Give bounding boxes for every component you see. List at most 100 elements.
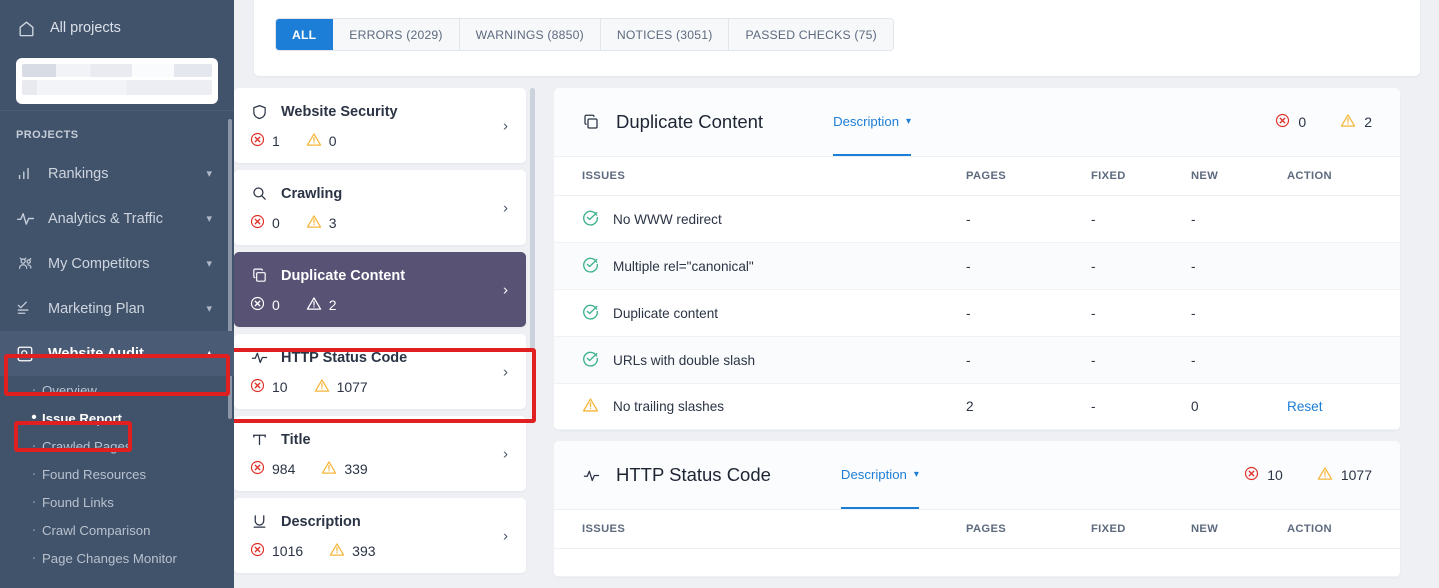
chevron-up-icon: ▴: [206, 348, 212, 360]
sidebar-item-website-audit[interactable]: Website Audit ▴: [0, 331, 234, 376]
sidebar-subitem-label: Issue Report: [42, 410, 122, 426]
column-header-issues: ISSUES: [554, 509, 966, 549]
panel-header: HTTP Status Code Description ▾ 10 1077: [554, 441, 1400, 509]
project-selector[interactable]: [16, 58, 218, 104]
sidebar-nav-scroll: PROJECTS Rankings ▾ Analytics & Traffic: [0, 111, 234, 588]
panel-description-toggle[interactable]: Description ▾: [833, 88, 912, 156]
category-title: HTTP Status Code: [281, 349, 408, 366]
sidebar-item-my-competitors[interactable]: My Competitors ▾: [0, 241, 234, 286]
issue-name: No WWW redirect: [613, 211, 722, 227]
issue-fixed: -: [1091, 336, 1191, 384]
tab-notices[interactable]: NOTICES (3051): [600, 19, 730, 50]
column-header-pages: PAGES: [966, 156, 1091, 196]
warning-icon: [1317, 466, 1333, 484]
issue-fixed: -: [1091, 195, 1191, 243]
tab-passed-checks[interactable]: PASSED CHECKS (75): [729, 19, 893, 50]
sidebar-top: All projects: [0, 0, 234, 110]
issue-pages: -: [966, 242, 1091, 290]
issue-pages: -: [966, 195, 1091, 243]
tab-all[interactable]: ALL: [276, 19, 334, 50]
panel-error-count-group: 10: [1244, 466, 1283, 484]
panel-warning-count-group: 2: [1340, 113, 1372, 131]
chevron-down-icon: ▾: [906, 116, 912, 127]
copy-icon: [582, 113, 602, 131]
title-t-icon: [250, 430, 269, 449]
table-row[interactable]: [554, 548, 1400, 577]
column-header-new: NEW: [1191, 509, 1287, 549]
table-row[interactable]: Duplicate content - - -: [554, 289, 1400, 337]
table-row[interactable]: URLs with double slash - - -: [554, 336, 1400, 384]
sidebar-item-crawled-pages[interactable]: · Crawled Pages: [0, 432, 234, 460]
report-panel-duplicate-content: Duplicate Content Description ▾ 0 2 ISSU…: [554, 88, 1400, 430]
category-stats: 1016 393: [250, 542, 510, 560]
issue-new: 0: [1191, 383, 1287, 430]
sidebar-section-title: PROJECTS: [16, 129, 79, 141]
warning-icon: [306, 132, 322, 150]
sidebar-item-crawl-comparison[interactable]: · Crawl Comparison: [0, 516, 234, 544]
error-icon: [250, 296, 265, 314]
active-underline: [833, 154, 912, 156]
category-card-list: Website Security 1 0 › Crawling 0 3 › Du…: [234, 88, 538, 588]
category-card-website-security[interactable]: Website Security 1 0 ›: [234, 88, 526, 163]
reset-link[interactable]: Reset: [1287, 399, 1323, 414]
category-card-crawling[interactable]: Crawling 0 3 ›: [234, 170, 526, 245]
issue-action: [1287, 195, 1400, 243]
category-card-description[interactable]: Description 1016 393 ›: [234, 498, 526, 573]
sidebar-item-label: Marketing Plan: [48, 300, 145, 317]
redacted-project-name: [22, 64, 212, 77]
table-row[interactable]: Multiple rel="canonical" - - -: [554, 242, 1400, 290]
panel-error-count: 10: [1267, 467, 1283, 483]
category-error-count: 1: [272, 133, 280, 149]
sidebar-item-page-changes-monitor[interactable]: · Page Changes Monitor: [0, 544, 234, 572]
sidebar-item-overview[interactable]: · Overview: [0, 376, 234, 404]
sidebar-item-analytics-traffic[interactable]: Analytics & Traffic ▾: [0, 196, 234, 241]
shield-icon: [250, 102, 269, 121]
pulse-icon: [250, 348, 269, 367]
sidebar-subitem-label: Crawled Pages: [42, 438, 132, 454]
category-list-scrollbar[interactable]: [530, 88, 535, 350]
panel-title: Duplicate Content: [616, 111, 764, 132]
category-title: Description: [281, 513, 361, 530]
table-row[interactable]: No WWW redirect - - -: [554, 195, 1400, 243]
sidebar-item-label: Rankings: [48, 165, 109, 182]
category-card-duplicate-content[interactable]: Duplicate Content 0 2 ›: [234, 252, 526, 327]
category-stats: 0 3: [250, 214, 510, 232]
error-icon: [250, 542, 265, 560]
panel-warning-count: 1077: [1340, 467, 1372, 483]
sidebar-subitem-label: Overview: [42, 382, 97, 398]
sidebar-item-found-resources[interactable]: · Found Resources: [0, 460, 234, 488]
category-stats: 10 1077: [250, 378, 510, 396]
sidebar-item-found-links[interactable]: · Found Links: [0, 488, 234, 516]
panel-description-label: Description: [840, 467, 907, 482]
category-error-count: 0: [272, 215, 280, 231]
category-warning-count: 339: [344, 461, 368, 477]
sidebar-all-projects[interactable]: All projects: [0, 0, 234, 56]
tab-errors[interactable]: ERRORS (2029): [333, 19, 460, 50]
issues-table: ISSUES PAGES FIXED NEW ACTION: [554, 509, 1400, 577]
warning-icon: [314, 378, 330, 396]
panel-header: Duplicate Content Description ▾ 0 2: [554, 88, 1400, 156]
category-title: Duplicate Content: [281, 267, 406, 284]
panel-description-toggle[interactable]: Description ▾: [840, 441, 919, 509]
all-projects-label: All projects: [50, 20, 121, 36]
tab-warnings[interactable]: WARNINGS (8850): [459, 19, 601, 50]
sidebar-item-rankings[interactable]: Rankings ▾: [0, 151, 234, 196]
chevron-right-icon: ›: [503, 445, 508, 462]
category-card-title[interactable]: Title 984 339 ›: [234, 416, 526, 491]
sidebar-item-issue-report[interactable]: • Issue Report: [0, 404, 234, 432]
error-icon: [250, 214, 265, 232]
panel-error-count: 0: [1298, 114, 1307, 130]
chevron-right-icon: ›: [503, 281, 508, 298]
sidebar-item-marketing-plan[interactable]: Marketing Plan ▾: [0, 286, 234, 331]
panel-warning-count-group: 1077: [1317, 466, 1372, 484]
category-title: Website Security: [281, 103, 398, 120]
table-row[interactable]: No trailing slashes 2 - 0 Reset: [554, 383, 1400, 430]
category-card-http-status-code[interactable]: HTTP Status Code 10 1077 ›: [234, 334, 526, 409]
home-icon: [16, 18, 36, 38]
table-header-row: ISSUES PAGES FIXED NEW ACTION: [554, 156, 1400, 196]
category-error-count: 1016: [272, 543, 304, 559]
issue-pages: 2: [966, 383, 1091, 430]
report-panel-http-status-code: HTTP Status Code Description ▾ 10 1077 I…: [554, 441, 1400, 577]
column-header-fixed: FIXED: [1091, 509, 1191, 549]
issue-fixed: -: [1091, 289, 1191, 337]
